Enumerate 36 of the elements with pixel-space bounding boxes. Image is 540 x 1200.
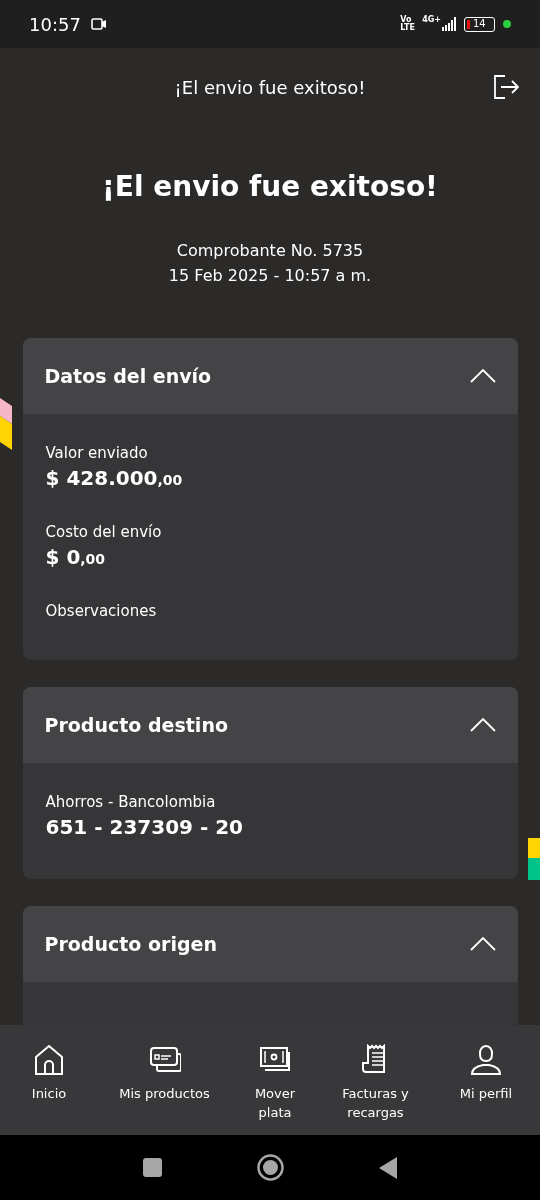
field-value: $ 428.000,00 [45, 465, 184, 492]
nav-item[interactable]: Mover plata [245, 1044, 305, 1135]
nav-item[interactable]: Inicio [14, 1044, 84, 1135]
home-icon [33, 1044, 65, 1076]
field-label: Valor enviado [45, 443, 149, 464]
section-header[interactable]: Datos del envío [22, 338, 518, 414]
exit-icon[interactable] [492, 74, 520, 100]
network-type: 4G+ [422, 14, 441, 26]
field-label: Ahorros - Bancolombia [45, 792, 217, 813]
home-button[interactable] [257, 1154, 284, 1181]
video-icon [90, 18, 107, 30]
battery-icon: 14 [464, 16, 495, 32]
section-title: Datos del envío [44, 363, 213, 389]
field-label: Observaciones [45, 601, 158, 622]
section-title: Producto destino [44, 712, 229, 738]
section-header[interactable]: Producto origen [22, 906, 518, 982]
volte-label: LTE [400, 24, 416, 32]
nav-item[interactable]: Mis productos [109, 1044, 220, 1135]
decoration-shape [528, 838, 540, 882]
section-header[interactable]: Producto destino [22, 687, 518, 763]
receipt-number: Comprobante No. 5735 [176, 240, 364, 262]
field-value: $ 0,00 [45, 544, 107, 571]
volte-label: Vo [400, 16, 412, 24]
section-title: Producto origen [44, 931, 218, 957]
decoration-shape [0, 398, 12, 450]
receipt-date: 15 Feb 2025 - 10:57 a m. [168, 265, 372, 287]
nav-item[interactable]: Mi perfil [446, 1044, 526, 1135]
field-label: Costo del envío [45, 522, 163, 543]
back-button[interactable] [379, 1156, 397, 1179]
signal-icon [442, 17, 456, 31]
headline: ¡El envio fue exitoso! [102, 169, 438, 205]
field-value: 651 - 237309 - 20 [45, 814, 245, 841]
nav-item[interactable]: Facturas y recargas [330, 1044, 421, 1135]
person-icon [470, 1044, 502, 1076]
clock: 10:57 [29, 12, 81, 37]
header-title: ¡El envio fue exitoso! [174, 75, 366, 100]
